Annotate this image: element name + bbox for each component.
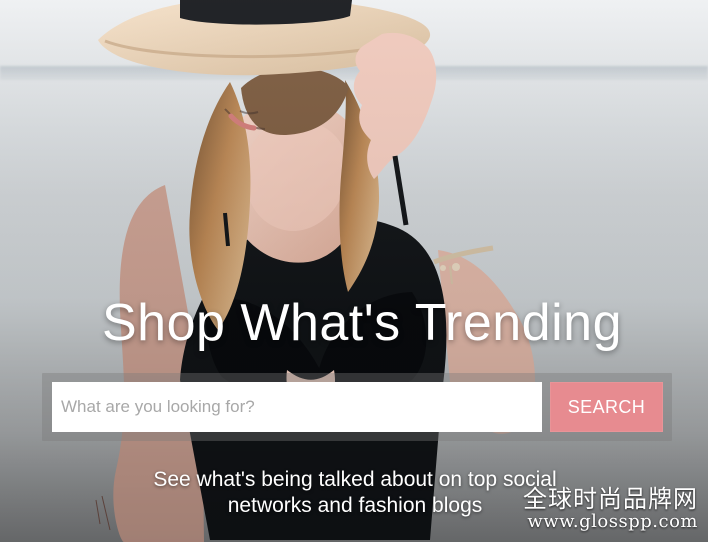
search-bar: SEARCH bbox=[42, 373, 672, 441]
hero-photo bbox=[95, 0, 535, 542]
hero-section: Shop What's Trending SEARCH See what's b… bbox=[0, 0, 708, 542]
hero-headline: Shop What's Trending bbox=[102, 294, 622, 352]
search-input[interactable] bbox=[52, 382, 542, 432]
hero-subtext-line-1: See what's being talked about on top soc… bbox=[153, 468, 557, 491]
person-figure bbox=[95, 0, 535, 542]
search-button[interactable]: SEARCH bbox=[550, 382, 663, 432]
hero-subtext-line-2: networks and fashion blogs bbox=[227, 494, 483, 517]
hero-subtext: See what's being talked about on top soc… bbox=[126, 467, 584, 519]
